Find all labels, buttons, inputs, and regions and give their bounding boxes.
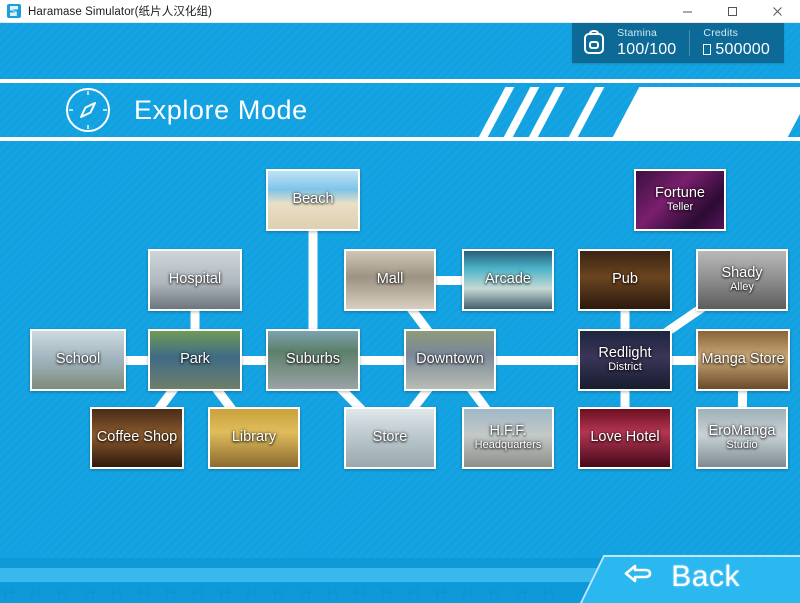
map-node-label-primary: Downtown	[416, 351, 484, 367]
map-node-label: Park	[177, 352, 213, 368]
map-node-label-primary: Shady	[721, 265, 762, 281]
back-label: Back	[671, 560, 740, 594]
map-node-label: H.F.F.Headquarters	[472, 424, 545, 453]
map-node-label: School	[53, 352, 103, 368]
map-node-label: Suburbs	[283, 352, 343, 368]
map-node-label: Downtown	[413, 352, 487, 368]
map-node-label-primary: Redlight	[598, 345, 651, 361]
hud-divider	[689, 30, 690, 56]
credits-value: 500000	[715, 41, 770, 58]
app-icon	[7, 4, 21, 18]
maximize-button[interactable]	[710, 0, 755, 23]
map-node-label-secondary: Headquarters	[475, 440, 542, 452]
mode-header: Explore Mode	[0, 79, 800, 141]
map-node-label-secondary: Studio	[709, 440, 776, 452]
map-node-store[interactable]: Store	[344, 407, 436, 469]
map-node-label: Love Hotel	[587, 430, 662, 446]
credits-label: Credits	[703, 28, 770, 39]
map-node-redlight[interactable]: RedlightDistrict	[578, 329, 672, 391]
map-node-label: Pub	[609, 272, 641, 288]
map-node-label-primary: Hospital	[169, 271, 221, 287]
credits-value-row: 500000	[703, 42, 770, 58]
map-node-hospital[interactable]: Hospital	[148, 249, 242, 311]
minimize-button[interactable]	[665, 0, 710, 23]
backpack-icon[interactable]	[582, 30, 606, 56]
page-title: Explore Mode	[134, 95, 308, 126]
map-node-label-secondary: District	[598, 362, 651, 374]
map-node-coffeeshop[interactable]: Coffee Shop	[90, 407, 184, 469]
map-node-label: Beach	[289, 192, 336, 208]
map-node-label: Manga Store	[698, 352, 787, 368]
map-node-downtown[interactable]: Downtown	[404, 329, 496, 391]
map-node-label-primary: Coffee Shop	[97, 429, 177, 445]
map-node-arcade[interactable]: Arcade	[462, 249, 554, 311]
window-titlebar: Haramase Simulator(纸片人汉化组)	[0, 0, 800, 23]
stamina-value: 100/100	[617, 42, 676, 58]
map-node-park[interactable]: Park	[148, 329, 242, 391]
map-node-label-primary: Suburbs	[286, 351, 340, 367]
map-node-eromanga[interactable]: EroMangaStudio	[696, 407, 788, 469]
stamina-block: Stamina 100/100	[617, 28, 676, 58]
map-node-label: Library	[229, 430, 279, 446]
map-node-hff[interactable]: H.F.F.Headquarters	[462, 407, 554, 469]
map-node-label: ShadyAlley	[718, 266, 765, 295]
credits-block: Credits 500000	[703, 28, 770, 58]
map-node-label-primary: Park	[180, 351, 210, 367]
map-node-label: Coffee Shop	[94, 430, 180, 446]
map-node-label-secondary: Alley	[721, 282, 762, 294]
map-node-mangastore[interactable]: Manga Store	[696, 329, 790, 391]
map-node-label-primary: EroManga	[709, 423, 776, 439]
map-node-label: Mall	[374, 272, 407, 288]
map-node-label: FortuneTeller	[652, 186, 708, 215]
map-node-label-primary: Mall	[377, 271, 404, 287]
map-node-label: RedlightDistrict	[595, 346, 654, 375]
map-node-label: Hospital	[166, 272, 224, 288]
map-node-beach[interactable]: Beach	[266, 169, 360, 231]
map-node-suburbs[interactable]: Suburbs	[266, 329, 360, 391]
header-stripe	[560, 87, 610, 141]
stamina-label: Stamina	[617, 28, 676, 39]
currency-glyph-icon	[703, 44, 711, 55]
map-node-shady[interactable]: ShadyAlley	[696, 249, 788, 311]
close-button[interactable]	[755, 0, 800, 23]
map-node-lovehotel[interactable]: Love Hotel	[578, 407, 672, 469]
header-stripe-decoration	[420, 87, 800, 141]
map-node-mall[interactable]: Mall	[344, 249, 436, 311]
compass-icon	[64, 86, 112, 134]
map-node-fortune[interactable]: FortuneTeller	[634, 169, 726, 231]
map-node-label-primary: Manga Store	[701, 351, 784, 367]
map-node-label: Arcade	[482, 272, 534, 288]
map-node-label: Store	[370, 430, 411, 446]
map-node-label-primary: Fortune	[655, 185, 705, 201]
game-canvas: Stamina 100/100 Credits 500000	[0, 23, 800, 603]
footer-bar: 廿廿廿廿廿廿廿廿廿廿廿廿廿廿廿廿廿廿廿廿廿 Back	[0, 558, 800, 603]
map-node-label-primary: School	[56, 351, 100, 367]
status-hud: Stamina 100/100 Credits 500000	[572, 23, 784, 63]
back-arrow-icon	[621, 559, 661, 596]
window-title: Haramase Simulator(纸片人汉化组)	[28, 3, 212, 19]
game-window: Haramase Simulator(纸片人汉化组) Stamina	[0, 0, 800, 603]
map-node-label-primary: Beach	[292, 191, 333, 207]
map-node-label-primary: Library	[232, 429, 276, 445]
back-button[interactable]: Back	[621, 557, 740, 597]
map-node-library[interactable]: Library	[208, 407, 300, 469]
location-map: Beach FortuneTeller Hospital Mall Arcade Pub S…	[0, 141, 800, 558]
header-stripe-wide	[604, 87, 800, 141]
map-node-label-primary: Store	[373, 429, 408, 445]
map-node-school[interactable]: School	[30, 329, 126, 391]
map-node-pub[interactable]: Pub	[578, 249, 672, 311]
map-node-label: EroMangaStudio	[706, 424, 779, 453]
map-node-label-primary: H.F.F.	[489, 423, 526, 439]
map-node-label-secondary: Teller	[655, 202, 705, 214]
map-node-label-primary: Love Hotel	[590, 429, 659, 445]
header-inner: Explore Mode	[0, 83, 800, 137]
map-node-label-primary: Arcade	[485, 271, 531, 287]
map-node-label-primary: Pub	[612, 271, 638, 287]
